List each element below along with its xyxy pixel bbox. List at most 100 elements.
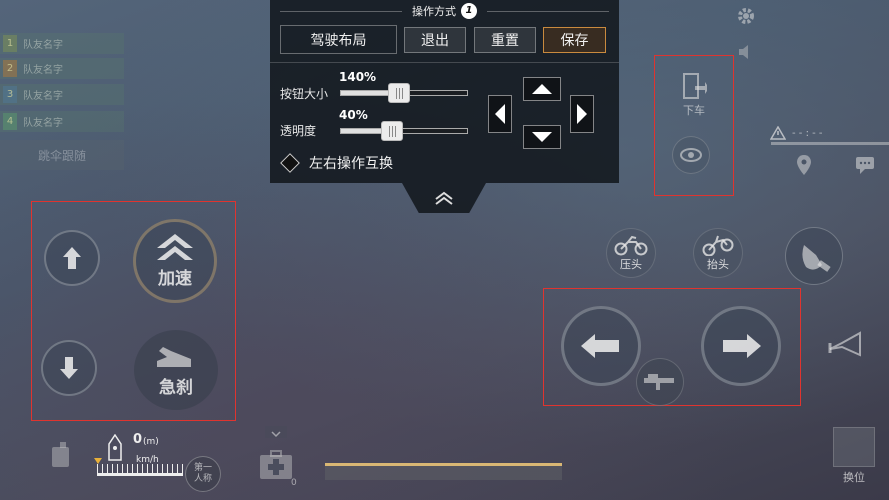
health-bar (325, 463, 562, 480)
triangle-down-icon (532, 132, 552, 142)
medkit-count: 0 (291, 478, 297, 488)
network-signal: - - : - - (770, 126, 823, 140)
machine-gun-icon (644, 374, 674, 390)
team-member-name: 队友名字 (23, 40, 63, 51)
press-head-label: 压头 (620, 258, 642, 271)
swap-label: 左右操作互换 (309, 156, 393, 172)
speaker-icon[interactable] (737, 44, 755, 60)
slider-thumb[interactable] (381, 121, 404, 141)
collapse-panel-tab[interactable] (402, 183, 486, 213)
arrow-up-icon (63, 247, 81, 269)
driving-layout-button[interactable]: 驾驶布局 (280, 25, 397, 54)
move-up-button[interactable] (523, 77, 561, 101)
first-person-toggle[interactable]: 第一人称 (185, 456, 221, 492)
switch-seat-button[interactable] (833, 427, 875, 467)
peek-button[interactable] (672, 136, 710, 174)
tilt-down-button[interactable] (41, 340, 97, 396)
team-member-name: 队友名字 (23, 118, 63, 129)
team-member-number: 1 (3, 35, 17, 52)
button-size-slider[interactable] (340, 83, 468, 103)
motorcycle-icon (614, 235, 648, 256)
diamond-icon (280, 153, 300, 173)
team-member-number: 3 (3, 86, 17, 103)
parachute-follow-button[interactable]: 跳伞跟随 (0, 140, 124, 170)
chat-bubble-icon[interactable] (855, 156, 875, 178)
team-member-2[interactable]: 2 队友名字 (0, 58, 124, 79)
button-size-value: 140% (339, 70, 377, 84)
chevron-down-icon (271, 431, 281, 438)
control-settings-panel: 操作方式 1 驾驶布局 退出 重置 保存 按钮大小 140% 透明度 40% 左… (270, 0, 619, 183)
speed-gauge (94, 458, 183, 476)
switch-seat-label: 换位 (843, 471, 865, 484)
boat-icon (108, 433, 122, 462)
door-exit-icon (683, 73, 707, 99)
first-person-label: 第一人称 (193, 463, 212, 484)
move-down-button[interactable] (523, 125, 561, 149)
divider (270, 62, 619, 63)
warning-icon (770, 126, 786, 140)
grenade-button[interactable] (785, 227, 843, 285)
arrow-left-icon (581, 334, 619, 358)
steer-left-button[interactable] (561, 306, 641, 386)
medkit-button[interactable] (258, 449, 294, 483)
exit-button[interactable]: 退出 (404, 27, 466, 53)
team-member-3[interactable]: 3 队友名字 (0, 84, 124, 105)
motorcycle-wheelie-icon (702, 235, 734, 256)
horn-button[interactable] (822, 320, 870, 368)
grenade-icon (802, 245, 831, 272)
divider (280, 10, 402, 12)
lift-head-label: 抬头 (707, 258, 729, 271)
exit-vehicle-button[interactable]: 下车 (674, 72, 714, 122)
settings-gear-icon[interactable] (736, 6, 756, 26)
reset-button[interactable]: 重置 (474, 27, 536, 53)
divider (771, 142, 889, 145)
panel-title-bar: 操作方式 1 (270, 2, 619, 20)
horn-icon (828, 331, 861, 357)
steer-right-button[interactable] (701, 306, 781, 386)
double-chevron-up-icon (435, 191, 453, 205)
arrow-right-icon (723, 334, 761, 358)
triangle-left-icon (495, 104, 505, 124)
speed-unit: (m) (143, 437, 159, 447)
button-size-label: 按钮大小 (280, 87, 329, 101)
team-member-name: 队友名字 (23, 91, 63, 102)
team-member-1[interactable]: 1 队友名字 (0, 33, 124, 54)
weapon-button[interactable] (636, 358, 684, 406)
exit-vehicle-label: 下车 (683, 104, 705, 117)
arrow-down-icon (60, 357, 78, 379)
move-right-button[interactable] (570, 95, 594, 133)
opacity-value: 40% (339, 108, 368, 122)
press-head-button[interactable]: 压头 (606, 228, 656, 278)
team-member-4[interactable]: 4 队友名字 (0, 111, 124, 132)
handbrake-icon (157, 346, 191, 367)
fuel-can-icon (50, 441, 72, 469)
opacity-label: 透明度 (280, 124, 317, 138)
swap-left-right-toggle[interactable]: 左右操作互换 (280, 153, 393, 173)
team-member-number: 2 (3, 60, 17, 77)
tilt-up-button[interactable] (44, 230, 100, 286)
panel-title-badge: 1 (461, 3, 477, 19)
slider-thumb[interactable] (387, 83, 410, 103)
team-member-name: 队友名字 (23, 65, 63, 76)
brake-button[interactable]: 急刹 (134, 330, 218, 410)
accelerate-button[interactable]: 加速 (133, 219, 217, 303)
medkit-icon (260, 450, 292, 479)
panel-title: 操作方式 (412, 5, 456, 18)
eye-icon (680, 148, 702, 162)
triangle-right-icon (577, 104, 587, 124)
triangle-down-icon (94, 458, 102, 464)
speed-value: 0 (133, 432, 143, 447)
opacity-slider[interactable] (340, 121, 468, 141)
divider (487, 10, 609, 12)
brake-label: 急刹 (159, 377, 193, 398)
move-left-button[interactable] (488, 95, 512, 133)
lift-head-button[interactable]: 抬头 (693, 228, 743, 278)
inventory-expand-button[interactable] (265, 426, 287, 438)
team-member-number: 4 (3, 113, 17, 130)
save-button[interactable]: 保存 (543, 27, 606, 53)
triangle-up-icon (532, 84, 552, 94)
signal-text: - - : - - (792, 127, 823, 139)
accelerate-label: 加速 (158, 268, 192, 289)
double-chevron-up-icon (157, 233, 193, 260)
map-marker-icon[interactable] (796, 154, 812, 180)
